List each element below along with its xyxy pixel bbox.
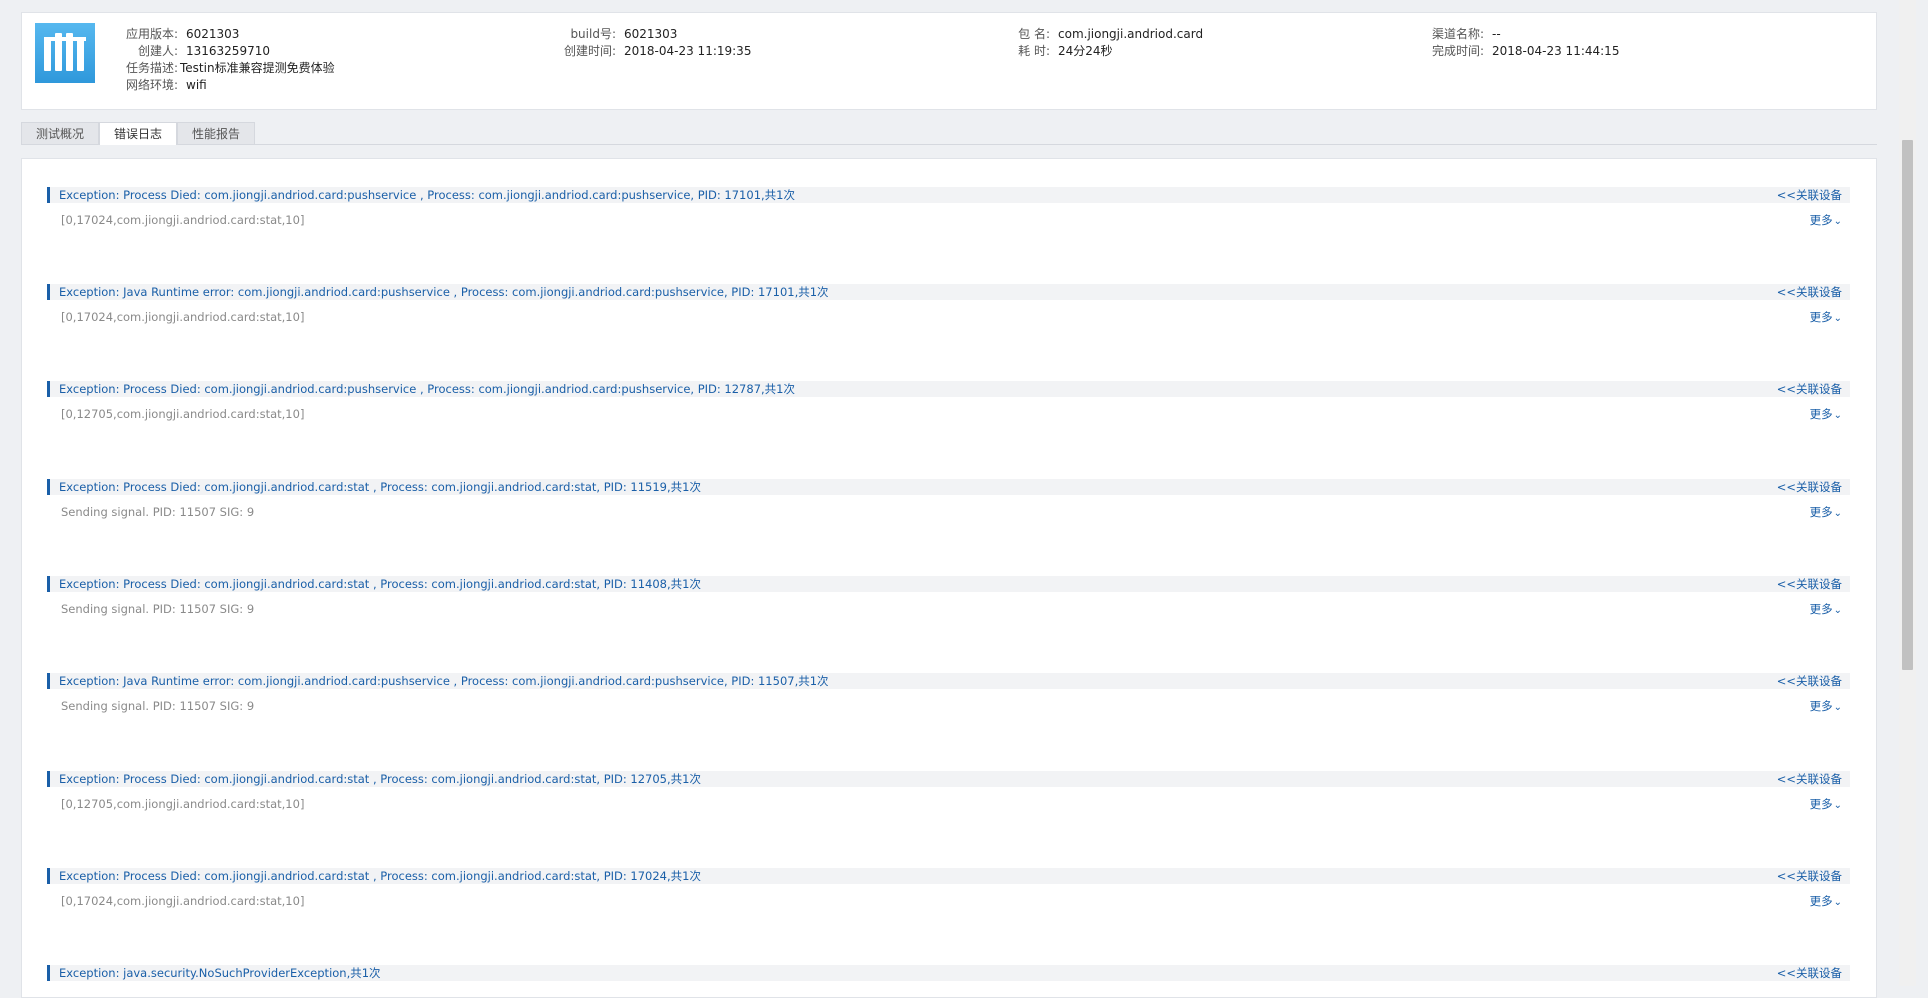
more-label: 更多 — [1809, 407, 1833, 421]
related-devices-link[interactable]: <<关联设备 — [1777, 966, 1842, 980]
chevron-down-icon: ⌄ — [1833, 508, 1842, 519]
log-entry: Exception: Java Runtime error: com.jiong… — [47, 284, 1850, 344]
log-entry: Exception: Process Died: com.jiongji.and… — [47, 187, 1850, 247]
chevron-down-icon: ⌄ — [1833, 313, 1842, 324]
chevron-down-icon: ⌄ — [1833, 216, 1842, 227]
more-label: 更多 — [1809, 797, 1833, 811]
exception-text[interactable]: Exception: Process Died: com.jiongji.and… — [59, 577, 701, 591]
exception-detail: [0,17024,com.jiongji.andriod.card:stat,1… — [61, 894, 305, 908]
channel-value: -- — [1492, 27, 1501, 41]
chevron-down-icon: ⌄ — [1833, 702, 1842, 713]
exception-text[interactable]: Exception: Process Died: com.jiongji.and… — [59, 480, 701, 494]
related-devices-link[interactable]: <<关联设备 — [1777, 188, 1842, 202]
more-toggle[interactable]: 更多⌄ — [1810, 797, 1842, 813]
more-toggle[interactable]: 更多⌄ — [1810, 310, 1842, 326]
exception-text[interactable]: Exception: Process Died: com.jiongji.and… — [59, 382, 795, 396]
exception-detail: [0,12705,com.jiongji.andriod.card:stat,1… — [61, 407, 305, 421]
scrollbar-thumb[interactable] — [1902, 140, 1913, 670]
package-value: com.jiongji.andriod.card — [1058, 27, 1204, 41]
creator-label: 创建人: — [137, 44, 178, 58]
created-time-value: 2018-04-23 11:19:35 — [624, 44, 752, 58]
more-label: 更多 — [1809, 894, 1833, 908]
task-info-card: 应用版本: 6021303 创建人: 13163259710 任务描述: Testin… — [21, 12, 1877, 110]
chevron-down-icon: ⌄ — [1833, 410, 1842, 421]
chevron-down-icon: ⌄ — [1833, 605, 1842, 616]
exception-detail: Sending signal. PID: 11507 SIG: 9 — [61, 602, 255, 616]
app-version-label: 应用版本: — [125, 27, 178, 41]
tab-error-log[interactable]: 错误日志 — [99, 122, 178, 145]
more-label: 更多 — [1809, 699, 1833, 713]
created-time-row: 创建时间: 2018-04-23 11:19:35 — [556, 43, 752, 59]
tab-performance-report[interactable]: 性能报告 — [177, 122, 256, 144]
more-toggle[interactable]: 更多⌄ — [1810, 602, 1842, 618]
related-devices-link[interactable]: <<关联设备 — [1777, 480, 1842, 494]
network-row: 网络环境: wifi — [122, 77, 207, 93]
chevron-down-icon: ⌄ — [1833, 897, 1842, 908]
duration-row: 耗 时: 24分24秒 — [1010, 43, 1113, 59]
exception-text[interactable]: Exception: Java Runtime error: com.jiong… — [59, 674, 829, 688]
duration-label: 耗 时: — [1018, 44, 1050, 58]
build-row: build号: 6021303 — [556, 26, 677, 42]
exception-text[interactable]: Exception: Process Died: com.jiongji.and… — [59, 869, 701, 883]
related-devices-link[interactable]: <<关联设备 — [1777, 382, 1842, 396]
created-time-label: 创建时间: — [563, 44, 616, 58]
task-desc-row: 任务描述: Testin标准兼容提测免费体验 — [122, 60, 335, 76]
exception-text[interactable]: Exception: java.security.NoSuchProviderE… — [59, 966, 381, 980]
exception-detail: [0,12705,com.jiongji.andriod.card:stat,1… — [61, 797, 305, 811]
page-scrollbar[interactable] — [1899, 0, 1916, 986]
log-entry: Exception: Process Died: com.jiongji.and… — [47, 479, 1850, 539]
channel-label: 渠道名称: — [1431, 27, 1484, 41]
chevron-down-icon: ⌄ — [1833, 800, 1842, 811]
log-entry: Exception: Java Runtime error: com.jiong… — [47, 673, 1850, 733]
more-label: 更多 — [1809, 505, 1833, 519]
finished-time-value: 2018-04-23 11:44:15 — [1492, 44, 1620, 58]
error-log-panel: Exception: Process Died: com.jiongji.and… — [21, 158, 1877, 998]
related-devices-link[interactable]: <<关联设备 — [1777, 285, 1842, 299]
more-label: 更多 — [1809, 310, 1833, 324]
log-entry: Exception: Process Died: com.jiongji.and… — [47, 576, 1850, 636]
more-toggle[interactable]: 更多⌄ — [1810, 699, 1842, 715]
log-entry: Exception: java.security.NoSuchProviderE… — [47, 965, 1850, 997]
log-entry: Exception: Process Died: com.jiongji.and… — [47, 868, 1850, 928]
more-label: 更多 — [1809, 602, 1833, 616]
build-label: build号: — [570, 27, 616, 41]
task-desc-value: Testin标准兼容提测免费体验 — [180, 61, 335, 75]
related-devices-link[interactable]: <<关联设备 — [1777, 869, 1842, 883]
network-value: wifi — [186, 78, 207, 92]
more-label: 更多 — [1809, 213, 1833, 227]
log-entry: Exception: Process Died: com.jiongji.and… — [47, 771, 1850, 831]
channel-row: 渠道名称: -- — [1428, 26, 1501, 42]
task-desc-label: 任务描述: — [125, 61, 178, 75]
exception-text[interactable]: Exception: Process Died: com.jiongji.and… — [59, 188, 795, 202]
app-version-value: 6021303 — [186, 27, 240, 41]
exception-text[interactable]: Exception: Java Runtime error: com.jiong… — [59, 285, 829, 299]
finished-time-row: 完成时间: 2018-04-23 11:44:15 — [1428, 43, 1620, 59]
report-tabs: 测试概况 错误日志 性能报告 — [21, 122, 1877, 145]
more-toggle[interactable]: 更多⌄ — [1810, 407, 1842, 423]
creator-row: 创建人: 13163259710 — [122, 43, 270, 59]
app-icon — [35, 23, 95, 83]
exception-detail: Sending signal. PID: 11507 SIG: 9 — [61, 505, 255, 519]
creator-value: 13163259710 — [186, 44, 270, 58]
app-version-row: 应用版本: 6021303 — [122, 26, 240, 42]
related-devices-link[interactable]: <<关联设备 — [1777, 674, 1842, 688]
more-toggle[interactable]: 更多⌄ — [1810, 894, 1842, 910]
exception-text[interactable]: Exception: Process Died: com.jiongji.and… — [59, 772, 701, 786]
exception-detail: Sending signal. PID: 11507 SIG: 9 — [61, 699, 255, 713]
related-devices-link[interactable]: <<关联设备 — [1777, 577, 1842, 591]
tab-test-overview[interactable]: 测试概况 — [21, 122, 100, 144]
network-label: 网络环境: — [125, 78, 178, 92]
exception-detail: [0,17024,com.jiongji.andriod.card:stat,1… — [61, 310, 305, 324]
build-value: 6021303 — [624, 27, 678, 41]
log-entry: Exception: Process Died: com.jiongji.and… — [47, 381, 1850, 441]
related-devices-link[interactable]: <<关联设备 — [1777, 772, 1842, 786]
more-toggle[interactable]: 更多⌄ — [1810, 505, 1842, 521]
package-row: 包 名: com.jiongji.andriod.card — [1010, 26, 1203, 42]
finished-time-label: 完成时间: — [1431, 44, 1484, 58]
package-label: 包 名: — [1018, 27, 1050, 41]
more-toggle[interactable]: 更多⌄ — [1810, 213, 1842, 229]
exception-detail: [0,17024,com.jiongji.andriod.card:stat,1… — [61, 213, 305, 227]
duration-value: 24分24秒 — [1058, 44, 1113, 58]
